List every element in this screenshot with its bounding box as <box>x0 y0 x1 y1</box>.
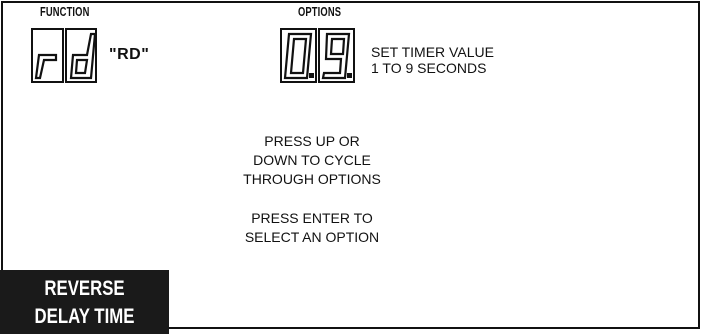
select-instructions: PRESS ENTER TO SELECT AN OPTION <box>180 209 444 247</box>
function-header-text: FUNCTION <box>40 4 90 19</box>
options-digit-0 <box>283 32 313 80</box>
cycle-instructions: PRESS UP OR DOWN TO CYCLE THROUGH OPTION… <box>180 132 444 189</box>
options-description-line1: SET TIMER VALUE <box>371 44 494 60</box>
function-name-line1: REVERSE <box>44 277 125 300</box>
options-digit-2-dot <box>347 73 352 78</box>
options-header-text: OPTIONS <box>298 4 342 19</box>
options-description: SET TIMER VALUE 1 TO 9 SECONDS <box>371 44 494 76</box>
options-description-line2: 1 TO 9 SECONDS <box>371 60 487 76</box>
options-header: OPTIONS <box>298 4 358 19</box>
function-name-line2: DELAY TIME <box>34 305 135 328</box>
function-digit-display <box>31 28 97 83</box>
options-digit-display <box>280 28 355 83</box>
options-digit-9 <box>321 32 351 80</box>
function-digit-d <box>69 32 97 80</box>
cycle-instructions-line2: DOWN TO CYCLE <box>253 152 371 168</box>
select-instructions-line2: SELECT AN OPTION <box>244 229 380 245</box>
options-digit-1-dot <box>309 73 314 78</box>
function-header: FUNCTION <box>40 4 109 19</box>
select-instructions-line1: PRESS ENTER TO <box>251 210 373 226</box>
cycle-instructions-line3: THROUGH OPTIONS <box>243 171 381 187</box>
cycle-instructions-line1: PRESS UP OR <box>264 133 360 149</box>
function-name-tab: REVERSE DELAY TIME <box>0 270 169 334</box>
function-code-label: "RD" <box>109 46 150 63</box>
function-digit-r <box>34 53 58 80</box>
